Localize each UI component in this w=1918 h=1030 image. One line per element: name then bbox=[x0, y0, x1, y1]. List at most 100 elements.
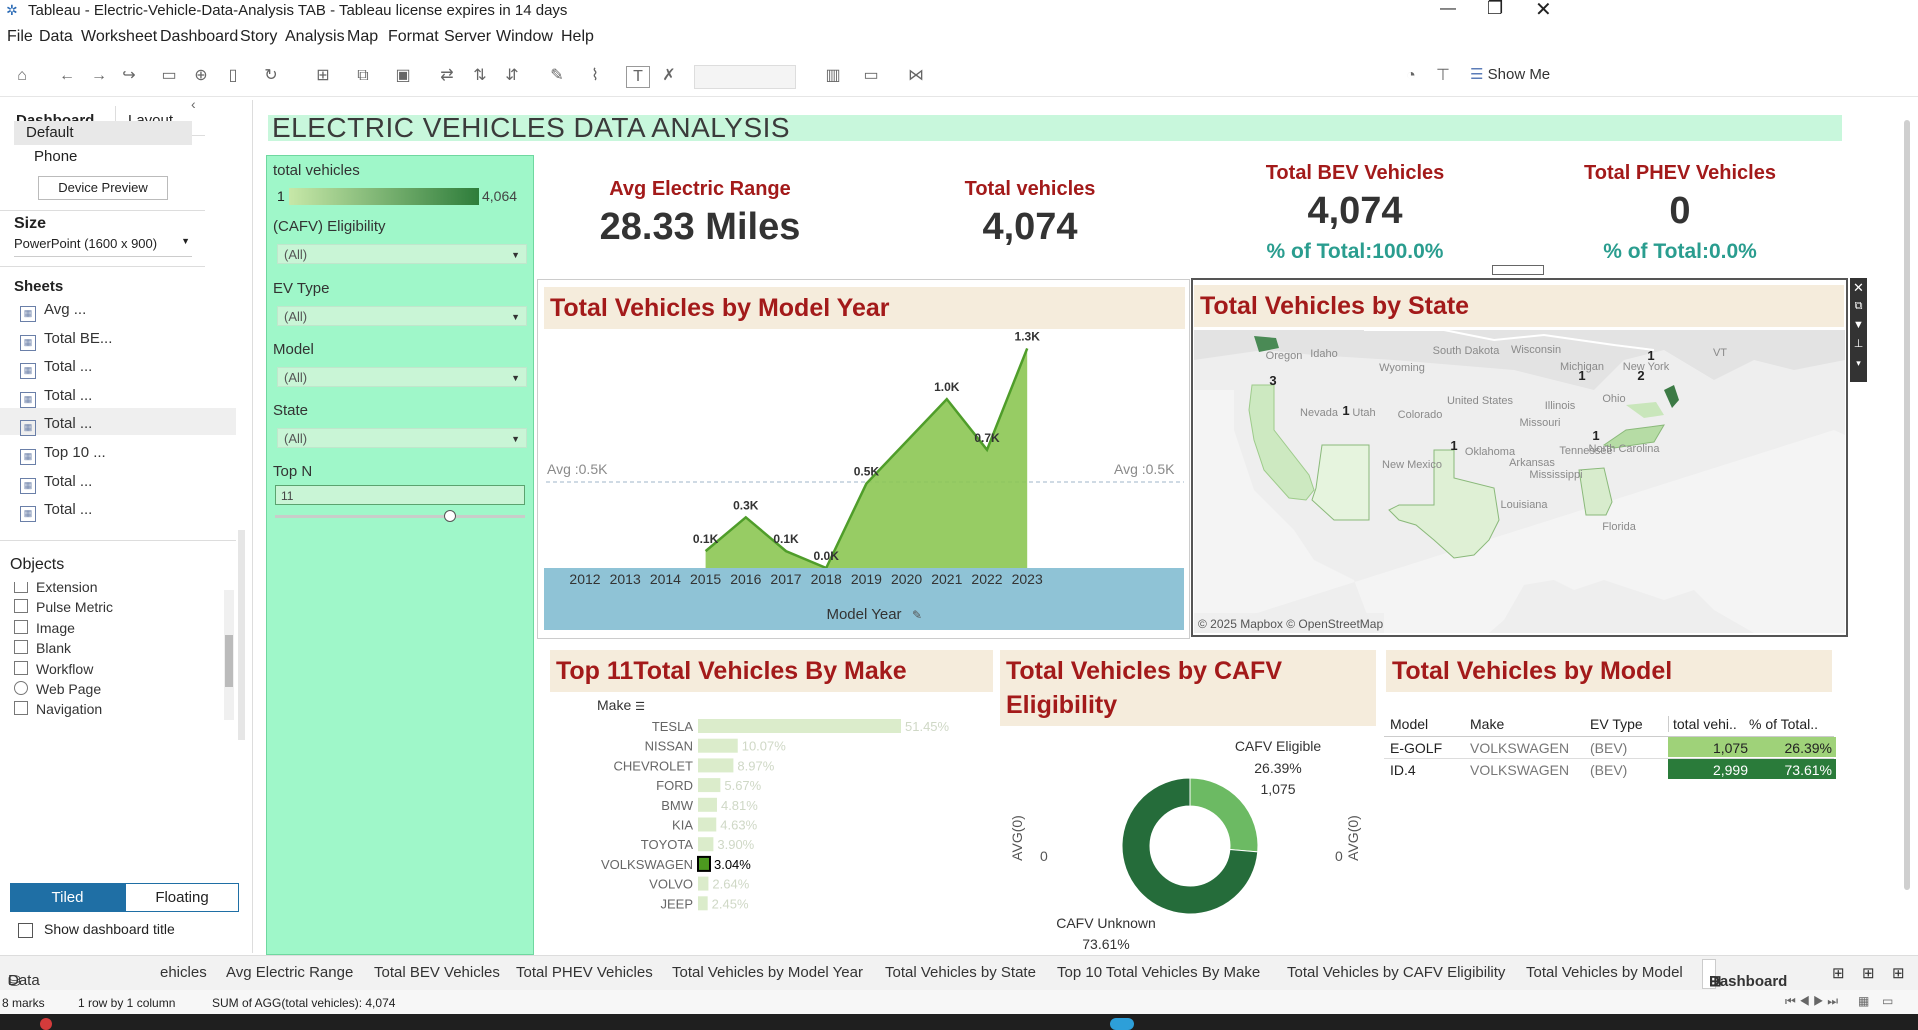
menu-story[interactable]: Story bbox=[240, 28, 277, 46]
forward-icon[interactable]: → bbox=[88, 66, 110, 86]
pin-icon[interactable]: ⊥ bbox=[1850, 335, 1867, 354]
tab-sheet[interactable]: Total Vehicles by State bbox=[885, 964, 1036, 981]
new-story-tab-icon[interactable]: ⊞ bbox=[1892, 964, 1905, 982]
ask-data-icon[interactable]: ◔ bbox=[1400, 66, 1422, 86]
sort-desc-icon[interactable]: ⇵ bbox=[501, 66, 523, 86]
tab-dashboard-1[interactable]: ⊞ Dashboard 1 bbox=[1702, 959, 1787, 1018]
tab-navigation-icon[interactable]: ⏮ ◀ ▶ ⏭ bbox=[1785, 994, 1838, 1009]
col-pct[interactable]: % of Total.. bbox=[1749, 716, 1818, 732]
presentation-icon[interactable]: ▭ bbox=[860, 66, 882, 86]
floating-button[interactable]: Floating bbox=[125, 883, 239, 912]
objects-scrollbar[interactable] bbox=[224, 590, 234, 720]
sort-asc-icon[interactable]: ⇅ bbox=[469, 66, 491, 86]
container-grip[interactable] bbox=[1492, 265, 1544, 275]
topn-input[interactable]: 11 bbox=[275, 485, 525, 505]
table-row[interactable]: E-GOLF VOLKSWAGEN (BEV) 1,075 26.39% bbox=[1384, 737, 1836, 759]
device-preview-button[interactable]: Device Preview bbox=[38, 176, 168, 200]
show-title-checkbox[interactable] bbox=[18, 923, 33, 938]
new-datasource-icon[interactable]: ⊕ bbox=[190, 66, 212, 86]
maximize-icon[interactable]: ❐ bbox=[1487, 0, 1503, 19]
paint-icon[interactable]: ⊤ bbox=[1432, 66, 1454, 86]
sheet-item[interactable]: ▦ Avg ... bbox=[20, 301, 86, 322]
menu-analysis[interactable]: Analysis bbox=[285, 28, 345, 46]
sheets-scrollbar[interactable] bbox=[238, 530, 245, 740]
sheet-item[interactable]: ▦ Total ... bbox=[20, 473, 92, 494]
taskbar-app-icon[interactable] bbox=[1110, 1018, 1134, 1030]
go-to-sheet-icon[interactable]: ⧉ bbox=[1850, 297, 1867, 316]
pause-updates-icon[interactable]: ▯ bbox=[222, 66, 244, 86]
object-blank[interactable]: Blank bbox=[14, 640, 71, 656]
clear-icon[interactable]: ▣ bbox=[392, 66, 414, 86]
new-worksheet-icon[interactable]: ⊞ bbox=[312, 66, 334, 86]
tab-sheet[interactable]: ehicles bbox=[160, 964, 207, 981]
fix-axes-icon[interactable]: ✗ bbox=[658, 66, 680, 86]
col-model[interactable]: Model bbox=[1390, 716, 1428, 732]
new-worksheet-tab-icon[interactable]: ⊞ bbox=[1832, 964, 1845, 982]
film-strip-icon[interactable]: ▭ bbox=[1882, 994, 1893, 1008]
menu-file[interactable]: File bbox=[7, 28, 33, 46]
show-cards-icon[interactable]: ▥ bbox=[822, 66, 844, 86]
tab-sheet[interactable]: Total BEV Vehicles bbox=[374, 964, 500, 981]
make-header[interactable]: Make ☰ bbox=[597, 697, 645, 713]
home-icon[interactable]: ⌂ bbox=[11, 66, 33, 86]
sheet-item[interactable]: ▦ Total ... bbox=[20, 387, 92, 408]
sheet-item[interactable]: ▦ Total ... bbox=[20, 501, 92, 522]
table-row[interactable]: ID.4 VOLKSWAGEN (BEV) 2,999 73.61% bbox=[1384, 759, 1836, 780]
show-labels-icon[interactable]: T bbox=[626, 66, 650, 88]
size-dropdown[interactable]: PowerPoint (1600 x 900) ▼ bbox=[14, 236, 192, 257]
menu-worksheet[interactable]: Worksheet bbox=[81, 28, 157, 46]
object-web-page[interactable]: Web Page bbox=[14, 681, 101, 697]
sheet-item[interactable]: ▦ Total BE... bbox=[20, 330, 112, 351]
dashboard-scrollbar[interactable] bbox=[1904, 120, 1910, 890]
show-me-button[interactable]: ☰ Show Me bbox=[1470, 65, 1550, 83]
device-default[interactable]: Default bbox=[14, 121, 192, 145]
tab-sheet[interactable]: Total Vehicles by Model Year bbox=[672, 964, 863, 981]
menu-dashboard[interactable]: Dashboard bbox=[160, 28, 238, 46]
minimize-icon[interactable]: — bbox=[1440, 0, 1456, 18]
close-window-icon[interactable]: ✕ bbox=[1535, 0, 1552, 22]
object-pulse-metric[interactable]: Pulse Metric bbox=[14, 599, 113, 615]
menu-format[interactable]: Format bbox=[388, 28, 439, 46]
menu-server[interactable]: Server bbox=[444, 28, 491, 46]
cafv-filter-select[interactable]: (All) ▼ bbox=[277, 244, 527, 264]
col-total[interactable]: total vehi.. bbox=[1668, 716, 1737, 732]
duplicate-icon[interactable]: ⧉ bbox=[352, 66, 374, 86]
sheet-item[interactable]: ▦ Total ... bbox=[20, 358, 92, 379]
menu-window[interactable]: Window bbox=[496, 28, 553, 46]
scroll-thumb[interactable] bbox=[225, 635, 233, 687]
remove-icon[interactable]: ✕ bbox=[1850, 278, 1867, 297]
topn-slider-track[interactable] bbox=[275, 515, 525, 518]
tab-sheet[interactable]: Avg Electric Range bbox=[226, 964, 353, 981]
tab-sheet[interactable]: Top 10 Total Vehicles By Make bbox=[1057, 964, 1260, 981]
filter-icon[interactable]: ▼ bbox=[1850, 316, 1867, 335]
sheet-item[interactable]: ▦ Top 10 ... bbox=[20, 444, 106, 465]
group-icon[interactable]: ⌇ bbox=[584, 66, 606, 86]
object-image[interactable]: Image bbox=[14, 620, 75, 636]
menu-map[interactable]: Map bbox=[347, 28, 378, 46]
save-icon[interactable]: ▭ bbox=[158, 66, 180, 86]
object-workflow[interactable]: Workflow bbox=[14, 661, 93, 677]
object-extension[interactable]: Extension bbox=[14, 582, 97, 595]
col-ev-type[interactable]: EV Type bbox=[1590, 716, 1643, 732]
ev-type-filter-select[interactable]: (All) ▼ bbox=[277, 306, 527, 326]
swap-icon[interactable]: ⇄ bbox=[436, 66, 458, 86]
object-navigation[interactable]: Navigation bbox=[14, 701, 102, 717]
fit-dropdown[interactable] bbox=[694, 65, 796, 89]
menu-help[interactable]: Help bbox=[561, 28, 594, 46]
tab-sheet[interactable]: Total PHEV Vehicles bbox=[516, 964, 653, 981]
more-options-icon[interactable]: ▾ bbox=[1850, 354, 1867, 373]
highlight-icon[interactable]: ✎ bbox=[546, 66, 568, 86]
share-icon[interactable]: ⋈ bbox=[905, 66, 927, 86]
grid-view-icon[interactable]: ▦ bbox=[1858, 994, 1869, 1008]
tiled-button[interactable]: Tiled bbox=[10, 883, 125, 912]
sheet-item[interactable]: ▦ Total ... bbox=[20, 415, 92, 436]
tab-sheet[interactable]: Total Vehicles by Model bbox=[1526, 964, 1683, 981]
model-filter-select[interactable]: (All) ▼ bbox=[277, 367, 527, 387]
new-dashboard-tab-icon[interactable]: ⊞ bbox=[1862, 964, 1875, 982]
tab-sheet[interactable]: Total Vehicles by CAFV Eligibility bbox=[1287, 964, 1505, 981]
state-filter-select[interactable]: (All) ▼ bbox=[277, 428, 527, 448]
back-icon[interactable]: ← bbox=[56, 66, 78, 86]
menu-data[interactable]: Data bbox=[39, 28, 73, 46]
refresh-icon[interactable]: ↻ bbox=[260, 66, 282, 86]
topn-slider-thumb[interactable] bbox=[444, 510, 456, 522]
